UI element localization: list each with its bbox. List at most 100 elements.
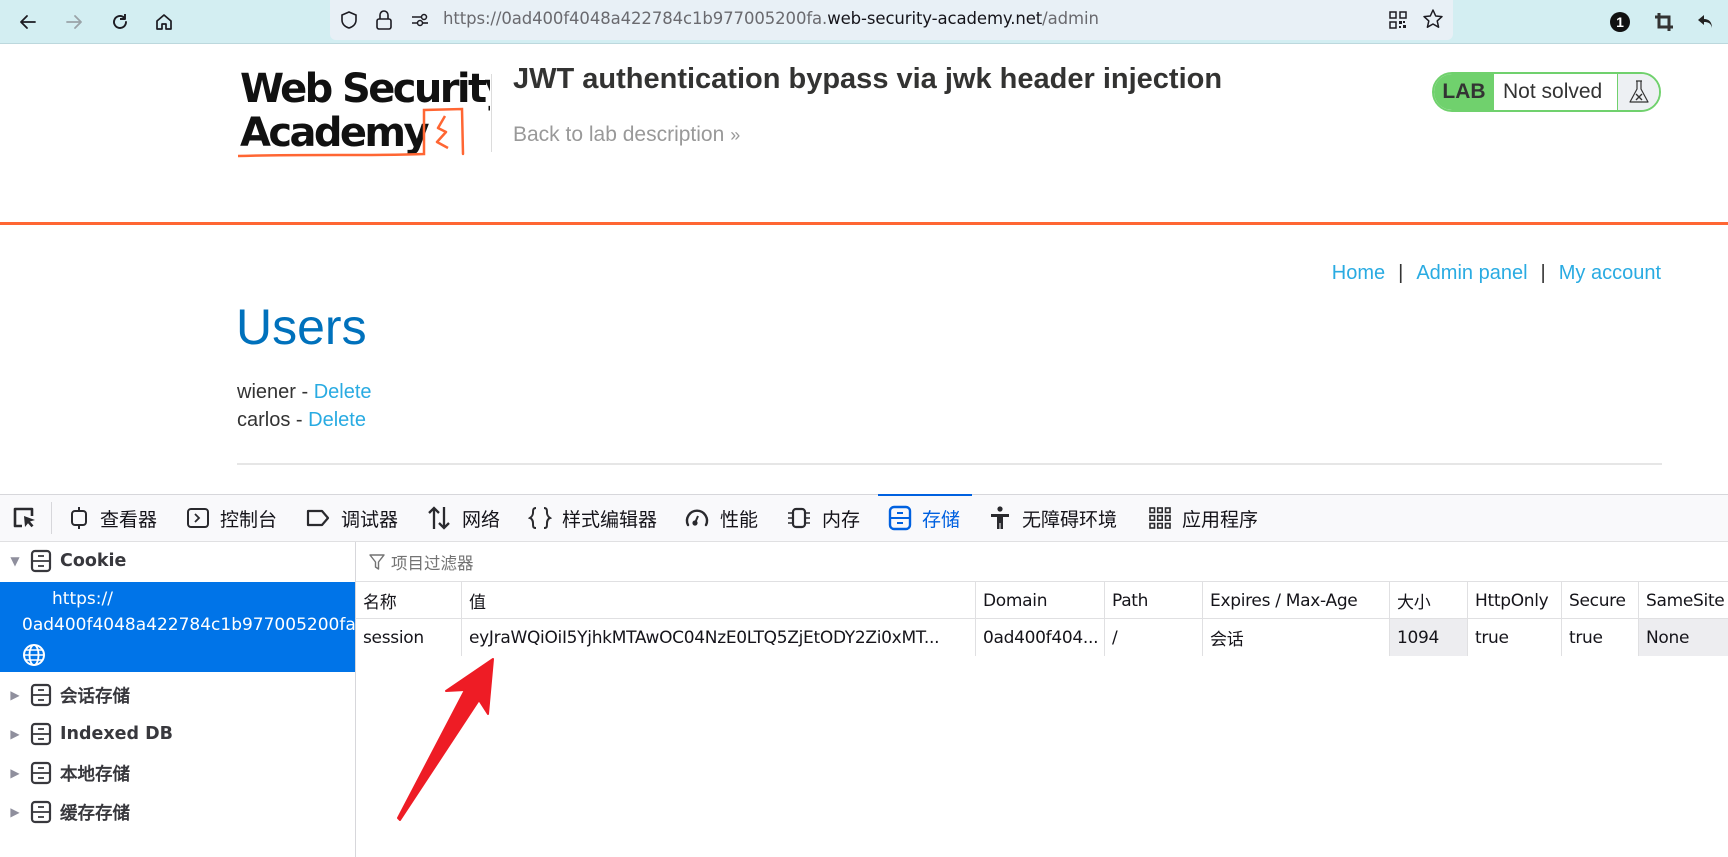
- storage-icon: [30, 722, 52, 746]
- storage-table-panel: 项目过滤器 名称 值 Domain Path Expires / Max-Age…: [356, 542, 1728, 857]
- cell-path[interactable]: /: [1104, 619, 1202, 656]
- tree-item-label: Cookie: [60, 551, 127, 571]
- column-header-httponly[interactable]: HttpOnly: [1467, 582, 1561, 619]
- url-host: web-security-academy.net: [827, 9, 1043, 28]
- tree-item-session-storage[interactable]: ▶ 会话存储: [0, 676, 355, 714]
- origin-scheme: https://: [52, 589, 113, 609]
- page-title: Users: [236, 299, 367, 355]
- tab-debugger[interactable]: 调试器: [305, 495, 398, 541]
- element-picker-icon: [13, 507, 35, 528]
- reload-button[interactable]: [104, 6, 136, 38]
- bookmark-star-icon[interactable]: [1422, 8, 1444, 30]
- tab-label: 无障碍环境: [1022, 508, 1118, 531]
- url-text[interactable]: https://0ad400f4048a422784c1b977005200fa…: [443, 9, 1099, 28]
- tab-label: 性能: [720, 508, 759, 531]
- home-icon: [156, 14, 172, 30]
- tab-network[interactable]: 网络: [426, 495, 500, 541]
- tab-performance[interactable]: 性能: [684, 495, 758, 541]
- cell-domain[interactable]: 0ad400f404...: [975, 619, 1104, 656]
- tree-item-local-storage[interactable]: ▶ 本地存储: [0, 754, 355, 792]
- collapsed-triangle-icon[interactable]: ▶: [0, 766, 30, 780]
- tree-item-cache-storage[interactable]: ▶ 缓存存储: [0, 793, 355, 831]
- element-picker-button[interactable]: [12, 495, 48, 541]
- tab-accessibility[interactable]: 无障碍环境: [988, 495, 1117, 541]
- nav-home-link[interactable]: Home: [1332, 262, 1385, 284]
- column-header-name[interactable]: 名称: [356, 582, 461, 619]
- tab-label: 样式编辑器: [562, 508, 658, 531]
- storage-tree: ▼ Cookie https:// 0ad400f4048a422784c1b9…: [0, 542, 356, 857]
- undo-button[interactable]: [1690, 6, 1722, 38]
- forward-button[interactable]: [58, 6, 90, 38]
- column-header-value[interactable]: 值: [461, 582, 975, 619]
- cell-size[interactable]: 1094: [1389, 619, 1467, 656]
- back-to-lab-description-link[interactable]: Back to lab description»: [513, 123, 740, 147]
- nav-admin-panel-link[interactable]: Admin panel: [1416, 262, 1527, 284]
- cell-expires[interactable]: 会话: [1202, 619, 1389, 656]
- crop-button[interactable]: [1648, 6, 1680, 38]
- tab-application[interactable]: 应用程序: [1148, 495, 1258, 541]
- logo-line2: Academy: [240, 110, 430, 156]
- header-divider: [0, 222, 1728, 225]
- tab-memory[interactable]: 内存: [786, 495, 860, 541]
- tree-item-origin-selected[interactable]: https:// 0ad400f4048a422784c1b977005200f…: [0, 582, 355, 672]
- lab-title: JWT authentication bypass via jwk header…: [513, 63, 1223, 95]
- column-header-samesite[interactable]: SameSite: [1638, 582, 1728, 619]
- user-row-carlos: carlos - Delete: [237, 409, 366, 432]
- lock-icon[interactable]: [374, 9, 394, 31]
- column-header-expires[interactable]: Expires / Max-Age: [1202, 582, 1389, 619]
- cell-samesite[interactable]: None: [1638, 619, 1728, 656]
- delete-wiener-link[interactable]: Delete: [314, 381, 372, 403]
- tree-item-label: 会话存储: [60, 686, 130, 707]
- tab-inspector[interactable]: 查看器: [68, 495, 157, 541]
- column-header-path[interactable]: Path: [1104, 582, 1202, 619]
- tab-label: 网络: [462, 508, 501, 531]
- lab-status-text: Not solved: [1494, 74, 1618, 110]
- cell-secure[interactable]: true: [1561, 619, 1638, 656]
- filter-items-input[interactable]: 项目过滤器: [356, 542, 1728, 582]
- lab-status-badge: LAB Not solved: [1432, 72, 1661, 112]
- collapsed-triangle-icon[interactable]: ▶: [0, 805, 30, 819]
- tab-console[interactable]: 控制台: [186, 495, 277, 541]
- shield-icon[interactable]: [339, 10, 359, 30]
- tab-storage[interactable]: 存储: [877, 494, 973, 541]
- collapsed-triangle-icon[interactable]: ▶: [0, 727, 30, 741]
- cell-name[interactable]: session: [356, 619, 461, 656]
- forward-icon: [66, 15, 82, 29]
- collapsed-triangle-icon[interactable]: ▶: [0, 688, 30, 702]
- debugger-icon: [306, 509, 330, 527]
- tab-style-editor[interactable]: 样式编辑器: [528, 495, 657, 541]
- cell-value[interactable]: eyJraWQiOiI5YjhkMTAwOC04NzE0LTQ5ZjEtODY2…: [461, 619, 975, 656]
- tree-item-cookie[interactable]: ▼ Cookie: [0, 542, 355, 580]
- url-bar[interactable]: https://0ad400f4048a422784c1b977005200fa…: [330, 0, 1453, 40]
- application-icon: [1149, 507, 1171, 529]
- tab-label: 内存: [822, 508, 861, 531]
- storage-icon: [888, 505, 912, 531]
- back-button[interactable]: [12, 6, 44, 38]
- column-header-size[interactable]: 大小: [1389, 582, 1467, 619]
- permissions-icon[interactable]: [410, 11, 430, 29]
- web-security-academy-logo[interactable]: Web Security Academy: [236, 66, 513, 164]
- flask-icon: [1628, 80, 1649, 103]
- nav-my-account-link[interactable]: My account: [1559, 262, 1661, 284]
- logo-graphic: Web Security Academy: [236, 66, 513, 158]
- home-button[interactable]: [148, 6, 180, 38]
- cell-httponly[interactable]: true: [1467, 619, 1561, 656]
- accessibility-icon: [991, 506, 1009, 529]
- globe-icon: [23, 644, 45, 666]
- expanded-triangle-icon[interactable]: ▼: [0, 554, 30, 568]
- username: wiener: [237, 381, 296, 403]
- storage-icon: [30, 800, 52, 824]
- tab-label: 控制台: [220, 508, 278, 531]
- tree-item-label: Indexed DB: [60, 724, 174, 744]
- devtools-panel: 查看器 控制台 调试器 网络 样式编辑器 性能 内存 存储 无障碍环境 应用程序…: [0, 494, 1728, 857]
- filter-icon: [369, 553, 385, 570]
- qr-code-icon[interactable]: [1388, 10, 1408, 30]
- tab-label: 存储: [922, 508, 961, 531]
- table-row[interactable]: session eyJraWQiOiI5YjhkMTAwOC04NzE0LTQ5…: [356, 619, 1728, 656]
- column-header-domain[interactable]: Domain: [975, 582, 1104, 619]
- column-header-secure[interactable]: Secure: [1561, 582, 1638, 619]
- extension-button[interactable]: 1: [1604, 6, 1636, 38]
- tree-item-indexed-db[interactable]: ▶ Indexed DB: [0, 715, 355, 753]
- delete-carlos-link[interactable]: Delete: [308, 409, 366, 431]
- tab-label: 查看器: [100, 508, 158, 531]
